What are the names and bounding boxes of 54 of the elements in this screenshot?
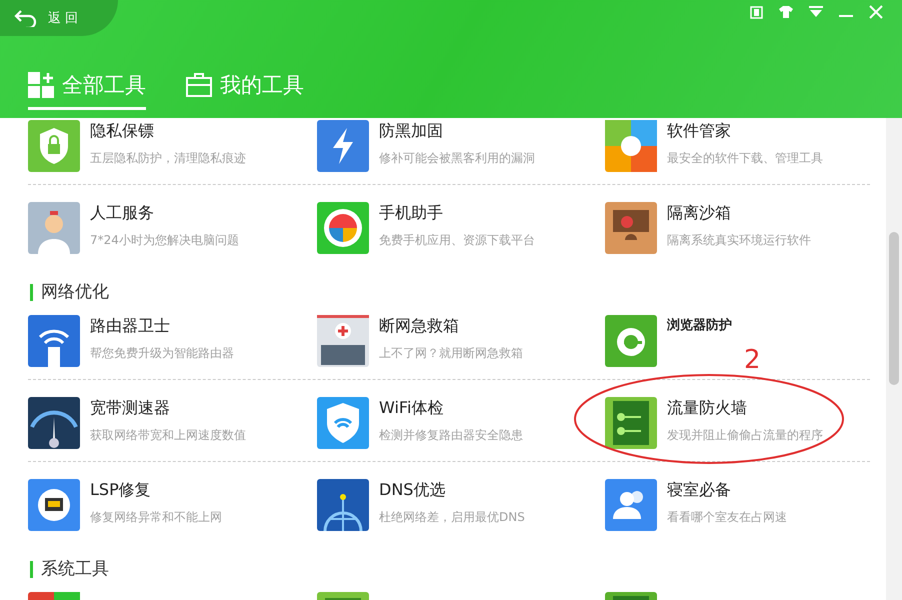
tool-description: 杜绝网络差，启用最优DNS <box>379 509 525 526</box>
wifi-shield-icon <box>317 397 369 449</box>
tool-name[interactable]: 宽带测速器 <box>90 398 246 419</box>
tool-name[interactable]: 人工服务 <box>90 203 239 224</box>
back-arrow-icon <box>14 9 38 27</box>
tool-name[interactable]: 隐私保镖 <box>90 121 246 142</box>
tool-description: 看看哪个室友在占网速 <box>667 509 787 526</box>
tool-description: 帮您免费升级为智能路由器 <box>90 345 234 362</box>
first-aid-box-icon <box>317 315 369 367</box>
tool-name[interactable]: DNS优选 <box>379 480 525 501</box>
tool-description: 7*24小时为您解决电脑问题 <box>90 232 239 249</box>
section-title: 系统工具 <box>30 561 870 578</box>
tool-description: 修复网络异常和不能上网 <box>90 509 222 526</box>
slider-icon <box>605 397 657 449</box>
scrollbar[interactable] <box>886 118 902 600</box>
doctor-icon <box>28 202 80 254</box>
tool-description: 发现并阻止偷偷占流量的程序 <box>667 427 823 444</box>
tool-description: 检测并修复路由器安全隐患 <box>379 427 523 444</box>
globe-icon <box>317 479 369 531</box>
tool-description: 隔离系统真实环境运行软件 <box>667 232 811 249</box>
tool-description: 修补可能会被黑客利用的漏洞 <box>379 150 535 167</box>
tool-name[interactable]: 防黑加固 <box>379 121 535 142</box>
shield-lock-icon <box>28 120 80 172</box>
shirt-icon[interactable] <box>778 4 794 20</box>
tool-name[interactable]: 浏览器防护 <box>667 316 732 334</box>
people-icon <box>605 479 657 531</box>
picture-icon <box>605 202 657 254</box>
section-title: 网络优化 <box>30 284 870 301</box>
tool-description: 免费手机应用、资源下载平台 <box>379 232 535 249</box>
scrollbar-thumb[interactable] <box>889 232 899 385</box>
grid-plus-icon <box>28 72 54 98</box>
tool-name[interactable]: 隔离沙箱 <box>667 203 811 224</box>
tool-name[interactable]: 流量防火墙 <box>667 398 823 419</box>
network-port-icon <box>28 479 80 531</box>
flower-icon <box>605 120 657 172</box>
tool-name[interactable]: 手机助手 <box>379 203 535 224</box>
tool-name[interactable]: WiFi体检 <box>379 398 523 419</box>
speedometer-icon <box>28 397 80 449</box>
wifi-icon <box>28 315 80 367</box>
tool-name[interactable]: LSP修复 <box>90 480 222 501</box>
tool-description: 最安全的软件下载、管理工具 <box>667 150 823 167</box>
tool-name[interactable]: 软件管家 <box>667 121 823 142</box>
tool-name[interactable]: 寝室必备 <box>667 480 787 501</box>
video-icon[interactable] <box>748 4 764 20</box>
tool-description: 上不了网？就用断网急救箱 <box>379 345 523 362</box>
browser-e-icon <box>605 315 657 367</box>
tool-name[interactable]: 路由器卫士 <box>90 316 234 337</box>
tool-name[interactable]: 断网急救箱 <box>379 316 523 337</box>
toolbox-icon <box>186 73 212 97</box>
lightning-icon <box>317 120 369 172</box>
tool-description: 五层隐私防护，清理隐私痕迹 <box>90 150 246 167</box>
annotation-number: 2 <box>744 345 761 375</box>
close-icon[interactable] <box>868 4 884 20</box>
tool-description: 获取网络带宽和上网速度数值 <box>90 427 246 444</box>
